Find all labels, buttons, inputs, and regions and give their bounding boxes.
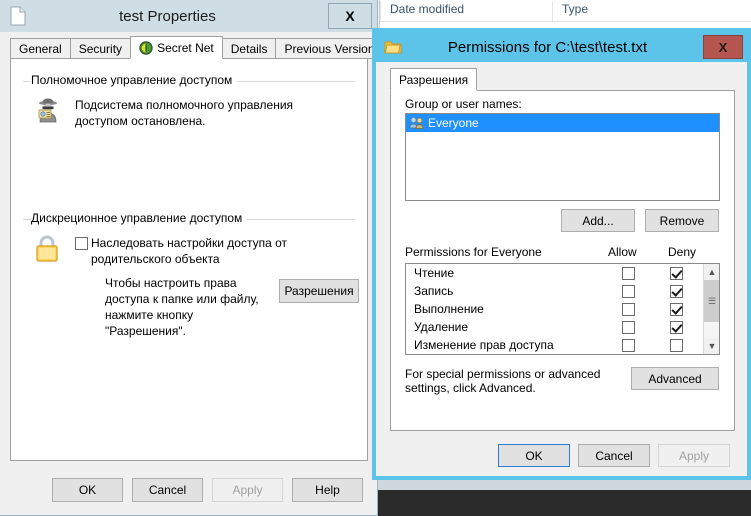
table-row[interactable]: Изменение прав доступа xyxy=(406,336,719,354)
apply-button: Apply xyxy=(212,478,283,502)
discretionary-group-legend: Дискреционное управление доступом xyxy=(31,211,248,225)
deny-checkbox[interactable] xyxy=(669,320,683,334)
column-header-date-modified[interactable]: Date modified xyxy=(390,2,464,16)
mandatory-access-group: Полномочное управление доступом Подсисте… xyxy=(23,73,355,201)
tab-label: General xyxy=(19,41,62,56)
discretionary-access-group: Дискреционное управление доступом Наслед… xyxy=(23,211,359,347)
column-header-allow: Allow xyxy=(608,245,637,259)
user-name: Everyone xyxy=(428,116,479,130)
close-icon[interactable]: X xyxy=(703,35,743,59)
permissions-tab-strip: Разрешения xyxy=(390,68,735,91)
cancel-button[interactable]: Cancel xyxy=(578,444,650,467)
properties-title-bar[interactable]: test Properties X xyxy=(0,0,377,32)
permission-name: Запись xyxy=(414,284,454,298)
column-divider xyxy=(552,1,553,21)
cancel-button[interactable]: Cancel xyxy=(132,478,203,502)
permissions-button-bar: OK Cancel Apply xyxy=(376,432,747,476)
secret-net-shield-icon xyxy=(139,40,153,55)
mandatory-group-status-text: Подсистема полномочного управления досту… xyxy=(75,98,294,128)
allow-checkbox[interactable] xyxy=(621,284,635,298)
allow-checkbox[interactable] xyxy=(621,320,635,334)
deny-checkbox[interactable] xyxy=(669,266,683,280)
permissions-scrollbar[interactable]: ▲ ☰ ▼ xyxy=(703,264,719,354)
properties-button-bar: OK Cancel Apply Help xyxy=(0,470,376,516)
permissions-window: Permissions for C:\test\test.txt X Разре… xyxy=(372,28,751,480)
group-or-user-names-list[interactable]: Everyone xyxy=(405,113,720,201)
tab-secret-net[interactable]: Secret Net xyxy=(130,36,223,59)
table-row[interactable]: Удаление xyxy=(406,318,719,336)
permissions-tab-panel: Group or user names: Everyone Add... Rem… xyxy=(390,90,735,431)
permissions-title-bar[interactable]: Permissions for C:\test\test.txt X xyxy=(376,32,747,62)
tab-label: Security xyxy=(78,41,123,56)
mandatory-group-legend: Полномочное управление доступом xyxy=(31,73,238,87)
tab-label: Details xyxy=(230,41,268,56)
permission-name: Изменение прав доступа xyxy=(414,338,554,352)
tab-label: Secret Net xyxy=(157,40,214,55)
users-group-icon xyxy=(409,116,424,130)
scroll-down-icon[interactable]: ▼ xyxy=(704,338,719,354)
folder-icon xyxy=(384,39,402,55)
permission-name: Выполнение xyxy=(414,302,484,316)
group-or-user-names-label: Group or user names: xyxy=(405,97,522,111)
tab-label: Previous Versions xyxy=(284,41,381,56)
advanced-note-text: For special permissions or advanced sett… xyxy=(405,367,601,395)
permission-name: Удаление xyxy=(414,320,469,334)
table-row[interactable]: Чтение xyxy=(406,264,719,282)
permissions-for-label: Permissions for Everyone xyxy=(405,245,542,259)
padlock-icon xyxy=(33,233,61,268)
tab-details[interactable]: Details xyxy=(221,38,277,59)
tab-security[interactable]: Security xyxy=(69,38,132,59)
properties-tab-strip: General Security Secret Net Details Prev… xyxy=(10,36,390,59)
deny-checkbox[interactable] xyxy=(669,284,683,298)
list-item[interactable]: Everyone xyxy=(406,114,719,132)
inherit-permissions-checkbox[interactable] xyxy=(75,237,88,250)
permissions-table[interactable]: Чтение Запись Выполнение Удаление Измене xyxy=(405,263,720,355)
apply-button: Apply xyxy=(658,444,730,467)
close-icon[interactable]: X xyxy=(328,3,372,29)
tab-general[interactable]: General xyxy=(10,38,71,59)
allow-checkbox[interactable] xyxy=(621,266,635,280)
permissions-table-header: Permissions for Everyone Allow Deny xyxy=(405,245,720,261)
remove-button[interactable]: Remove xyxy=(645,209,719,232)
allow-checkbox[interactable] xyxy=(621,302,635,316)
inherit-permissions-label: Наследовать настройки доступа от родител… xyxy=(91,236,288,266)
permissions-button[interactable]: Разрешения xyxy=(279,279,359,303)
column-divider xyxy=(380,1,381,21)
ok-button[interactable]: OK xyxy=(498,444,570,467)
deny-checkbox[interactable] xyxy=(669,338,683,352)
explorer-column-header: Date modified Type xyxy=(380,0,751,22)
advanced-button[interactable]: Advanced xyxy=(631,367,719,390)
tab-label: Разрешения xyxy=(399,72,469,87)
permission-name: Чтение xyxy=(414,266,455,280)
properties-window-title: test Properties xyxy=(119,7,216,25)
secret-net-tab-panel: Полномочное управление доступом Подсисте… xyxy=(10,58,368,461)
spy-agent-icon xyxy=(33,95,63,130)
test-properties-window: test Properties X General Security Secre… xyxy=(0,0,390,516)
add-button[interactable]: Add... xyxy=(561,209,635,232)
table-row[interactable]: Выполнение xyxy=(406,300,719,318)
tab-razresheniya[interactable]: Разрешения xyxy=(390,68,478,91)
column-header-type[interactable]: Type xyxy=(562,2,588,16)
column-header-deny: Deny xyxy=(668,245,697,259)
deny-checkbox[interactable] xyxy=(669,302,683,316)
allow-checkbox[interactable] xyxy=(621,338,635,352)
document-icon xyxy=(9,6,27,26)
help-button[interactable]: Help xyxy=(292,478,363,502)
table-row[interactable]: Запись xyxy=(406,282,719,300)
permissions-hint-text: Чтобы настроить права доступа к папке ил… xyxy=(105,276,259,338)
scrollbar-thumb[interactable]: ☰ xyxy=(704,280,719,322)
permissions-window-title: Permissions for C:\test\test.txt xyxy=(447,38,648,56)
scroll-up-icon[interactable]: ▲ xyxy=(704,264,719,280)
ok-button[interactable]: OK xyxy=(52,478,123,502)
